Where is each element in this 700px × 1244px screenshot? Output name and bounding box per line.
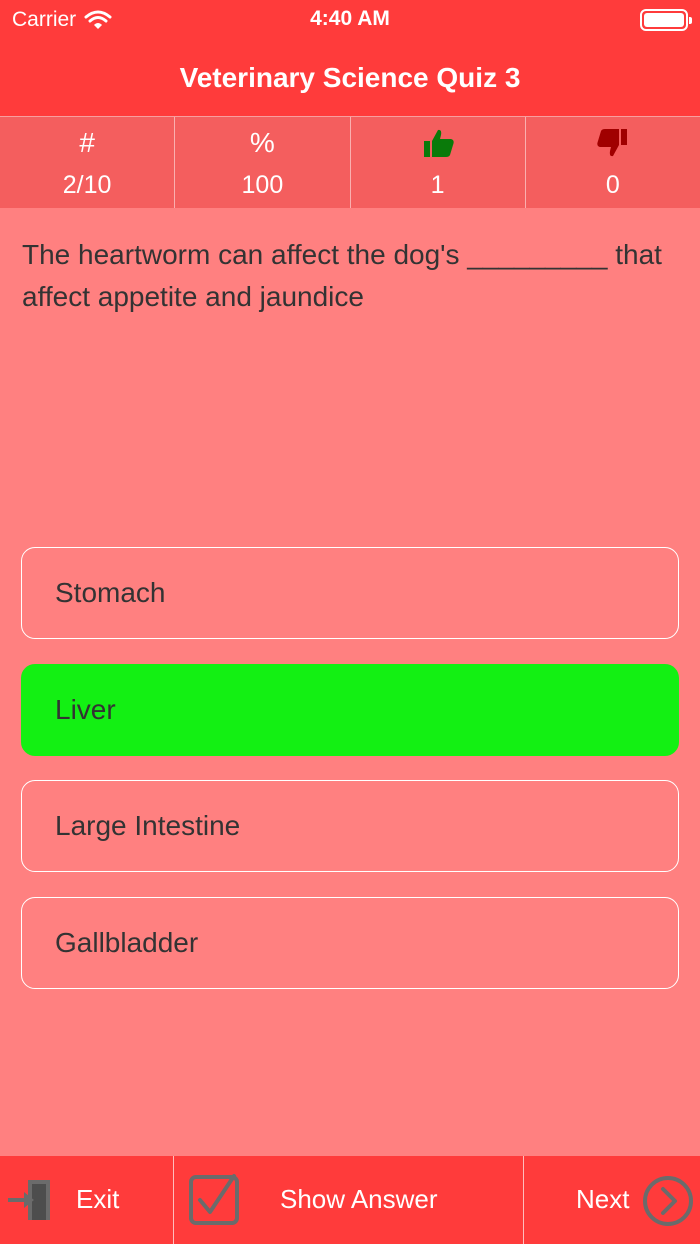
answer-option-large-intestine[interactable]: Large Intestine — [21, 780, 679, 872]
page-title: Veterinary Science Quiz 3 — [179, 62, 521, 93]
bottom-toolbar: Exit Show Answer Next — [0, 1156, 700, 1244]
thumbs-up-icon — [423, 129, 454, 157]
stat-question-number: # 2/10 — [0, 117, 176, 208]
exit-door-icon — [8, 1180, 50, 1220]
chevron-right-circle-icon — [643, 1176, 693, 1226]
show-answer-label: Show Answer — [280, 1184, 438, 1214]
stat-correct: 1 — [351, 117, 526, 208]
exit-button[interactable]: Exit — [0, 1156, 174, 1244]
next-button[interactable]: Next — [524, 1156, 700, 1244]
answer-option-liver[interactable]: Liver — [21, 664, 679, 756]
percent-symbol: % — [249, 127, 275, 158]
stat-value: 2/10 — [62, 171, 112, 199]
hash-symbol: # — [79, 127, 95, 158]
exit-label: Exit — [76, 1184, 120, 1214]
answer-option-gallbladder[interactable]: Gallbladder — [21, 897, 679, 989]
score-stats-bar: # 2/10 % 100 1 0 — [0, 116, 700, 208]
checkbox-icon — [189, 1174, 239, 1225]
status-bar: Carrier 4:40 AM — [0, 0, 700, 40]
stat-wrong: 0 — [526, 117, 700, 208]
battery-icon — [640, 9, 692, 31]
answer-option-stomach[interactable]: Stomach — [21, 547, 679, 639]
show-answer-button[interactable]: Show Answer — [174, 1156, 524, 1244]
status-time: 4:40 AM — [310, 7, 390, 30]
stat-percent: % 100 — [175, 117, 351, 208]
thumbs-down-icon — [597, 129, 627, 157]
question-text: The heartworm can affect the dog's _____… — [22, 239, 662, 312]
next-label: Next — [576, 1184, 630, 1214]
stat-value: 0 — [605, 171, 620, 199]
stat-value: 100 — [241, 171, 284, 199]
stat-value: 1 — [430, 171, 445, 199]
top-bar: Carrier 4:40 AM Veterinary Science Quiz … — [0, 0, 700, 116]
